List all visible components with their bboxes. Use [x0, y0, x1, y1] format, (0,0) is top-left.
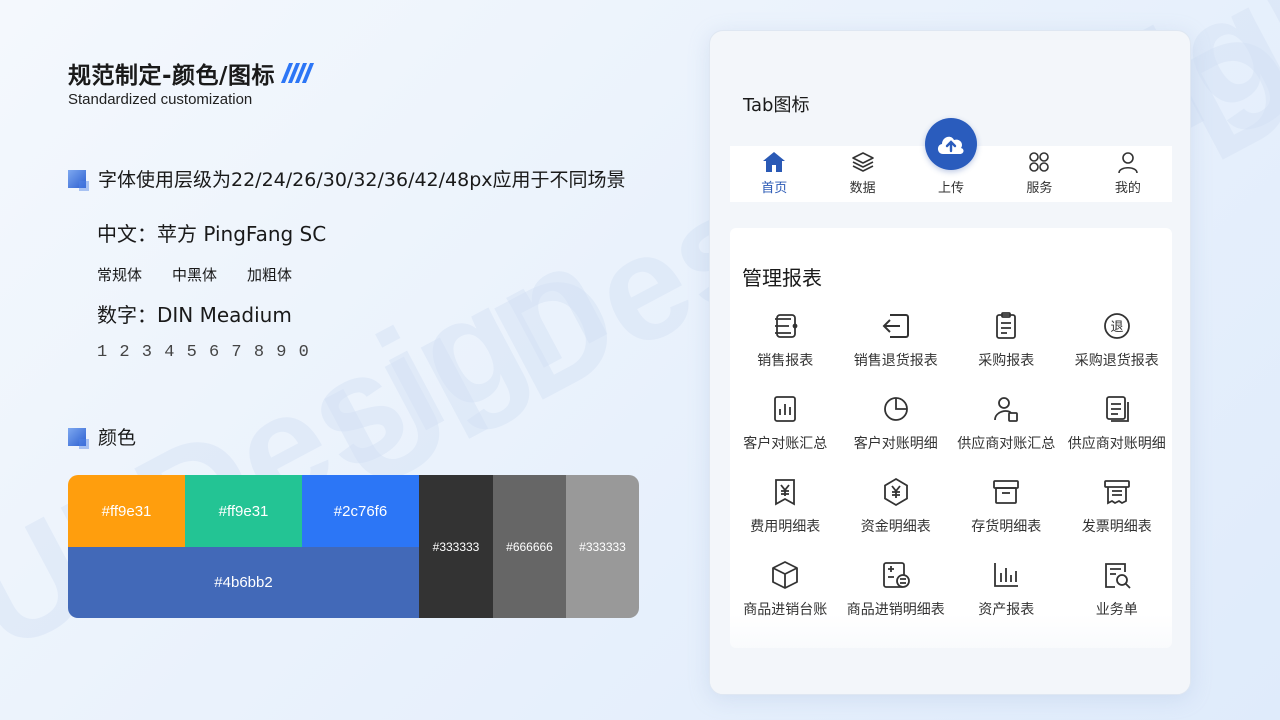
square-bullet-icon — [68, 169, 89, 191]
digit-sample: 1 2 3 4 5 6 7 8 9 0 — [97, 343, 310, 362]
search-doc-icon — [1101, 559, 1133, 591]
tab-upload-label: 上传 — [938, 181, 965, 196]
square-bullet-icon — [68, 427, 89, 449]
font-weights: 常规体 中黑体 加粗体 — [97, 264, 292, 285]
bar-doc-icon — [769, 393, 801, 425]
tab-mine[interactable]: 我的 — [1084, 146, 1172, 202]
phone-mockup: Tab图标 首页 数据 上传 服务 我的 管理报表 销售报表 销售退货报表 采购… — [709, 30, 1191, 695]
report-item-funds[interactable]: 资金明细表 — [841, 476, 952, 559]
report-label: 供应商对账汇总 — [957, 436, 1056, 452]
bottom-fade — [710, 614, 1190, 694]
report-label: 供应商对账明细 — [1067, 436, 1166, 452]
report-grid: 销售报表 销售退货报表 采购报表 退 采购退货报表 客户对账汇总 客户对账明细 — [730, 310, 1172, 642]
report-label: 客户对账明细 — [853, 436, 938, 452]
report-item-inventory[interactable]: 存货明细表 — [951, 476, 1062, 559]
swatch-green: #ff9e31 — [185, 475, 302, 547]
report-title: 管理报表 — [742, 266, 822, 290]
tab-icons-title: Tab图标 — [743, 95, 810, 116]
supplier-user-icon — [990, 393, 1022, 425]
report-item-customer-summary[interactable]: 客户对账汇总 — [730, 393, 841, 476]
docs-icon — [1101, 393, 1133, 425]
bar-chart-icon — [990, 559, 1022, 591]
report-label: 采购报表 — [978, 353, 1035, 369]
colors-heading: 颜色 — [68, 423, 136, 450]
tab-home[interactable]: 首页 — [730, 146, 818, 202]
cube-icon — [769, 559, 801, 591]
report-item-purchase[interactable]: 采购报表 — [951, 310, 1062, 393]
typography-levels: 字体使用层级为22/24/26/30/32/36/42/48px应用于不同场景 — [68, 165, 626, 192]
report-label: 销售退货报表 — [853, 353, 938, 369]
weight-bold: 加粗体 — [247, 266, 293, 284]
report-item-sales[interactable]: 销售报表 — [730, 310, 841, 393]
weight-medium: 中黑体 — [172, 266, 218, 284]
report-label: 销售报表 — [757, 353, 814, 369]
report-item-purchase-return[interactable]: 退 采购退货报表 — [1062, 310, 1173, 393]
layers-icon — [850, 150, 876, 174]
color-palette: #ff9e31 #ff9e31 #2c76f6 #4b6bb2 #333333 … — [68, 475, 639, 618]
svg-text:退: 退 — [1110, 320, 1123, 335]
tab-mine-label: 我的 — [1114, 181, 1141, 196]
return-arrow-icon — [880, 310, 912, 342]
tab-bar: 首页 数据 上传 服务 我的 — [730, 118, 1172, 202]
user-icon — [1115, 150, 1141, 174]
report-label: 客户对账汇总 — [743, 436, 828, 452]
report-label: 存货明细表 — [971, 519, 1042, 535]
page-subtitle: Standardized customization — [68, 91, 253, 108]
inventory-box-icon — [990, 476, 1022, 508]
typography-levels-text: 字体使用层级为22/24/26/30/32/36/42/48px应用于不同场景 — [98, 169, 626, 191]
page-title: 规范制定-颜色/图标 — [68, 56, 688, 90]
swatch-orange: #ff9e31 — [68, 475, 185, 547]
swatch-mid-gray: #666666 — [493, 475, 566, 618]
report-item-invoice[interactable]: 发票明细表 — [1062, 476, 1173, 559]
sales-list-icon — [769, 310, 801, 342]
report-item-customer-detail[interactable]: 客户对账明细 — [841, 393, 952, 476]
report-item-sales-return[interactable]: 销售退货报表 — [841, 310, 952, 393]
swatch-light-gray: #333333 — [566, 475, 639, 618]
report-label: 发票明细表 — [1081, 519, 1152, 535]
clipboard-icon — [990, 310, 1022, 342]
pie-icon — [880, 393, 912, 425]
spec-header: 规范制定-颜色/图标 Standardized customization — [68, 56, 688, 108]
cn-font-label: 中文：苹方 PingFang SC — [97, 222, 327, 246]
page-title-text: 规范制定-颜色/图标 — [68, 63, 275, 89]
tab-home-label: 首页 — [761, 181, 788, 196]
tab-service-label: 服务 — [1026, 181, 1053, 196]
tab-data-label: 数据 — [849, 181, 876, 196]
yen-hex-icon — [880, 476, 912, 508]
num-font-label: 数字：DIN Meadium — [97, 303, 292, 327]
home-icon — [761, 150, 787, 174]
report-item-supplier-summary[interactable]: 供应商对账汇总 — [951, 393, 1062, 476]
yen-bookmark-icon — [769, 476, 801, 508]
swatch-dark-gray: #333333 — [419, 475, 493, 618]
tab-upload[interactable]: 上传 — [907, 118, 995, 202]
report-item-supplier-detail[interactable]: 供应商对账明细 — [1062, 393, 1173, 476]
apps-icon — [1026, 150, 1052, 174]
tab-service[interactable]: 服务 — [995, 146, 1083, 202]
report-label: 资金明细表 — [860, 519, 931, 535]
report-panel: 管理报表 销售报表 销售退货报表 采购报表 退 采购退货报表 客户对账汇总 客户… — [730, 228, 1172, 648]
cloud-upload-icon — [925, 118, 978, 170]
report-label: 费用明细表 — [750, 519, 821, 535]
calc-exchange-icon — [880, 559, 912, 591]
report-item-expense[interactable]: 费用明细表 — [730, 476, 841, 559]
swatch-blue: #2c76f6 — [302, 475, 419, 547]
return-badge-icon: 退 — [1101, 310, 1133, 342]
tab-data[interactable]: 数据 — [818, 146, 906, 202]
report-label: 采购退货报表 — [1074, 353, 1159, 369]
weight-regular: 常规体 — [97, 266, 143, 284]
slashes-decoration — [280, 63, 314, 83]
swatch-navy: #4b6bb2 — [68, 547, 419, 618]
colors-heading-text: 颜色 — [98, 427, 137, 449]
invoice-icon — [1101, 476, 1133, 508]
